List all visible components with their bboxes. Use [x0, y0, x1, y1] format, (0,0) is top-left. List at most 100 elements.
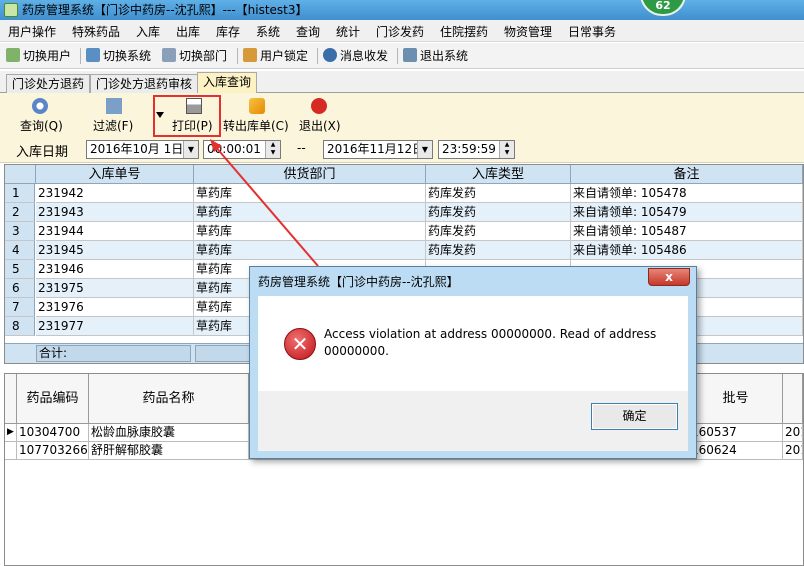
table-cell[interactable]: 231944 [36, 222, 194, 241]
spin-arrows-icon[interactable]: ▲ ▼ [499, 141, 514, 158]
table-cell[interactable]: 来自请领单: 105478 [571, 184, 803, 203]
row-number[interactable]: 5 [5, 260, 35, 279]
row-number[interactable]: 4 [5, 241, 35, 260]
table-cell[interactable]: 松龄血脉康胶囊 [89, 424, 249, 442]
error-dialog: 药房管理系统【门诊中药房--沈孔熙】 x ✕ Access violation … [249, 266, 697, 459]
total-label: 合计: [36, 345, 191, 362]
query-button[interactable]: 查询(Q) [20, 117, 63, 134]
table-cell[interactable]: 231976 [36, 298, 194, 317]
column-header[interactable]: 供货部门 [194, 165, 426, 184]
start-date-value: 2016年10月 1日 [90, 142, 184, 156]
messages-button[interactable]: 消息收发 [323, 47, 388, 65]
tab-outpatient-return[interactable]: 门诊处方退药 [6, 74, 91, 93]
row-number[interactable]: 1 [5, 184, 35, 203]
table-cell[interactable]: 药库发药 [426, 222, 571, 241]
menu-statistics[interactable]: 统计 [336, 23, 360, 40]
table-cell[interactable]: 药库发药 [426, 203, 571, 222]
column-header[interactable]: 药品编码 [17, 374, 89, 424]
tab-stock-in-query[interactable]: 入库查询 [197, 72, 258, 93]
switch-user-button[interactable]: 切换用户 [6, 47, 71, 65]
table-cell[interactable]: 10304700 [17, 424, 89, 442]
end-time-field[interactable]: 23:59:59 ▲ ▼ [438, 140, 515, 159]
menu-query[interactable]: 查询 [296, 23, 320, 40]
spin-arrows-icon[interactable]: ▲ ▼ [265, 141, 280, 158]
system-icon [86, 48, 100, 62]
transfer-arrow-icon [249, 98, 265, 114]
row-indicator-icon: ▶ [5, 424, 17, 442]
exit-button[interactable]: 退出(X) [299, 117, 341, 134]
table-cell[interactable]: 药库发药 [426, 241, 571, 260]
table-cell[interactable]: 来自请领单: 105486 [571, 241, 803, 260]
table-cell[interactable]: 201 [783, 442, 803, 460]
table-cell[interactable]: 231946 [36, 260, 194, 279]
filter-button[interactable]: 过滤(F) [93, 117, 133, 134]
user-lock-icon [243, 48, 257, 62]
column-header[interactable]: 药品名称 [89, 374, 249, 424]
menu-stock-in[interactable]: 入库 [136, 23, 160, 40]
table-cell[interactable]: 草药库 [194, 241, 426, 260]
start-date-picker[interactable]: 2016年10月 1日 ▼ [86, 140, 199, 159]
close-button[interactable]: x [648, 268, 690, 286]
table-cell[interactable]: 231975 [36, 279, 194, 298]
switch-system-label: 切换系统 [103, 49, 152, 63]
menu-bar: 用户操作 特殊药品 入库 出库 库存 系统 查询 统计 门诊发药 住院摆药 物资… [0, 20, 804, 42]
menu-system[interactable]: 系统 [256, 23, 280, 40]
table-cell[interactable]: 160537 [689, 424, 783, 442]
menu-stock-out[interactable]: 出库 [176, 23, 200, 40]
menu-inpatient-dispense[interactable]: 住院摆药 [440, 23, 488, 40]
row-number[interactable]: 7 [5, 298, 35, 317]
table-cell[interactable]: 舒肝解郁胶囊 [89, 442, 249, 460]
messages-label: 消息收发 [340, 49, 389, 63]
table-cell[interactable]: 药库发药 [426, 184, 571, 203]
menu-materials[interactable]: 物资管理 [504, 23, 552, 40]
window-title: 药房管理系统【门诊中药房--沈孔熙】---【histest3】 [22, 3, 308, 17]
table-cell[interactable]: 231943 [36, 203, 194, 222]
table-cell[interactable]: 231945 [36, 241, 194, 260]
column-header[interactable]: 备注 [571, 165, 803, 184]
transfer-out-button[interactable]: 转出库单(C) [223, 117, 289, 134]
table-cell[interactable]: 来自请领单: 105479 [571, 203, 803, 222]
row-indicator-header [5, 165, 36, 184]
row-number[interactable]: 2 [5, 203, 35, 222]
column-header[interactable]: 入库单号 [36, 165, 194, 184]
table-cell[interactable]: 231942 [36, 184, 194, 203]
table-cell[interactable]: 草药库 [194, 184, 426, 203]
chevron-down-icon[interactable]: ▼ [183, 141, 198, 158]
query-icon [32, 98, 48, 114]
menu-daily-affairs[interactable]: 日常事务 [568, 23, 616, 40]
tab-strip: 门诊处方退药 门诊处方退药审核 入库查询 [0, 71, 804, 93]
table-cell[interactable]: 来自请领单: 105487 [571, 222, 803, 241]
error-message: Access violation at address 00000000. Re… [324, 327, 657, 358]
start-time-field[interactable]: 00:00:01 ▲ ▼ [203, 140, 281, 159]
column-header[interactable]: 入库类型 [426, 165, 571, 184]
column-header[interactable]: 批号 [689, 374, 783, 424]
table-cell[interactable]: 107703266 [17, 442, 89, 460]
switch-system-button[interactable]: 切换系统 [86, 47, 151, 65]
menu-special-drugs[interactable]: 特殊药品 [72, 23, 120, 40]
menu-outpatient-dispense[interactable]: 门诊发药 [376, 23, 424, 40]
chevron-down-icon[interactable]: ▼ [417, 141, 432, 158]
table-cell[interactable]: 草药库 [194, 222, 426, 241]
exit-system-button[interactable]: 退出系统 [403, 47, 468, 65]
lock-user-button[interactable]: 用户锁定 [243, 47, 308, 65]
title-bar: 药房管理系统【门诊中药房--沈孔熙】---【histest3】 62 [0, 0, 804, 20]
menu-inventory[interactable]: 库存 [216, 23, 240, 40]
table-cell[interactable]: 草药库 [194, 203, 426, 222]
column-header-truncated [783, 374, 803, 424]
switch-department-button[interactable]: 切换部门 [162, 47, 227, 65]
menu-user-ops[interactable]: 用户操作 [8, 23, 56, 40]
row-number[interactable]: 3 [5, 222, 35, 241]
table-cell[interactable]: 160624 [689, 442, 783, 460]
exit-door-icon [403, 48, 417, 62]
close-icon: x [665, 270, 673, 284]
table-cell[interactable]: 231977 [36, 317, 194, 336]
ok-button[interactable]: 确定 [591, 403, 678, 430]
switch-user-label: 切换用户 [23, 49, 72, 63]
row-number[interactable]: 6 [5, 279, 35, 298]
power-icon [311, 98, 327, 114]
notification-badge[interactable]: 62 [640, 0, 686, 16]
row-number[interactable]: 8 [5, 317, 35, 336]
table-cell[interactable]: 201 [783, 424, 803, 442]
tab-outpatient-return-audit[interactable]: 门诊处方退药审核 [90, 74, 199, 93]
end-date-picker[interactable]: 2016年11月12日 ▼ [323, 140, 433, 159]
